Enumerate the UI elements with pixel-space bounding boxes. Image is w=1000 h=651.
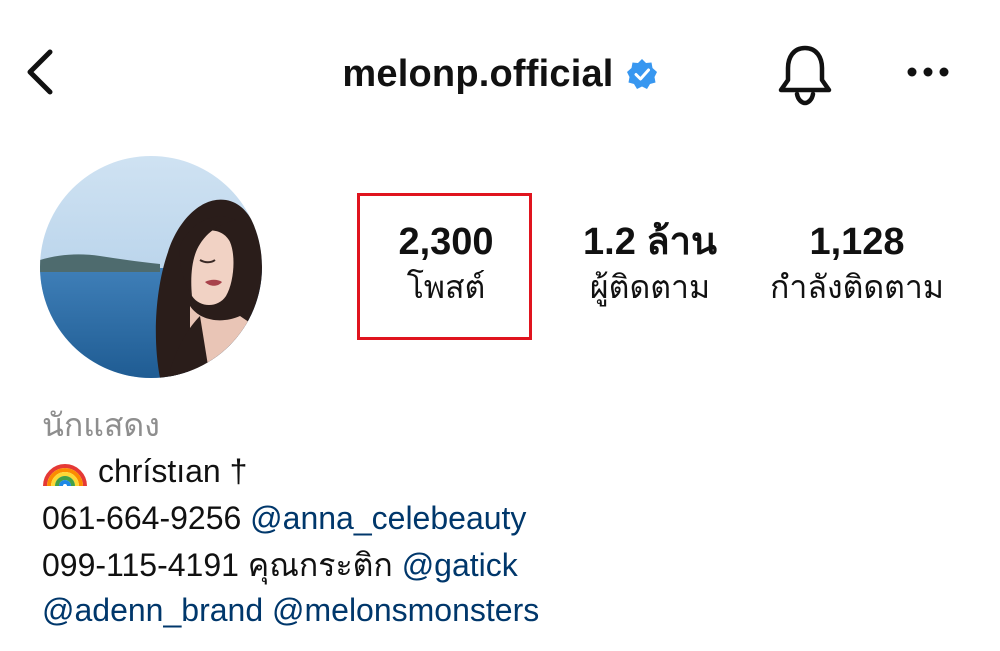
- verified-badge-icon: [626, 59, 657, 89]
- bio-line-2: 061-664-9256 @anna_celebeauty: [42, 496, 526, 540]
- bell-icon: [778, 45, 832, 106]
- bio-phone-1[interactable]: 061-664-9256: [42, 500, 241, 536]
- stat-followers[interactable]: 1.2 ล้าน ผู้ติดตาม: [560, 220, 740, 310]
- bio-line-3: 099-115-4191 คุณกระติก @gatick: [42, 543, 518, 587]
- bio-phone-2[interactable]: 099-115-4191: [42, 547, 239, 583]
- following-count: 1,128: [809, 221, 905, 263]
- stat-following[interactable]: 1,128 กำลังติดตาม: [752, 220, 962, 310]
- bio-category: นักแสดง: [42, 407, 160, 443]
- rainbow-icon: [43, 464, 87, 487]
- followers-count: 1.2 ล้าน: [583, 221, 717, 263]
- more-horizontal-icon: [907, 67, 949, 77]
- followers-label: ผู้ติดตาม: [589, 269, 711, 305]
- more-options-button[interactable]: [904, 58, 952, 86]
- back-button[interactable]: [22, 48, 58, 96]
- header-title-area: melonp.official: [0, 46, 1000, 102]
- mention-link-adenn[interactable]: @adenn_brand: [42, 592, 263, 628]
- mention-link-anna[interactable]: @anna_celebeauty: [250, 500, 526, 536]
- chevron-left-icon: [27, 49, 53, 95]
- bio-name-text: chrístıan †: [98, 453, 248, 489]
- bio-contact-name: คุณกระติก: [247, 547, 393, 583]
- mention-link-gatick[interactable]: @gatick: [402, 547, 518, 583]
- following-label: กำลังติดตาม: [770, 269, 944, 305]
- mention-link-melonsmonsters[interactable]: @melonsmonsters: [272, 592, 539, 628]
- highlight-box: [357, 193, 532, 340]
- notifications-button[interactable]: [776, 42, 834, 106]
- avatar[interactable]: [40, 156, 262, 378]
- profile-username: melonp.official: [342, 52, 614, 95]
- profile-photo: [40, 156, 262, 378]
- bio-line-1: chrístıan †: [42, 448, 247, 493]
- bio-line-4: @adenn_brand @melonsmonsters: [42, 588, 539, 632]
